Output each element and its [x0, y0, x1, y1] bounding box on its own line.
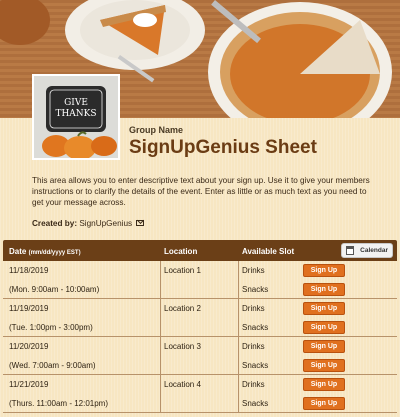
- slot-snacks: Snacks: [242, 361, 269, 370]
- signup-button[interactable]: Sign Up: [303, 283, 345, 296]
- slot-snacks: Snacks: [242, 285, 269, 294]
- row-time: (Wed. 7:00am - 9:00am): [9, 361, 96, 370]
- table-row: 11/21/2019 (Thurs. 11:00am - 12:01pm) Lo…: [3, 375, 397, 413]
- row-date: 11/19/2019: [9, 304, 49, 313]
- slot-drinks: Drinks: [242, 380, 265, 389]
- row-location: Location 3: [164, 342, 201, 351]
- signup-table: Date (mm/dd/yyyy EST) Location Available…: [3, 240, 397, 413]
- slot-drinks: Drinks: [242, 342, 265, 351]
- signup-button[interactable]: Sign Up: [303, 321, 345, 334]
- row-date: 11/21/2019: [9, 380, 49, 389]
- row-date: 11/18/2019: [9, 266, 49, 275]
- created-by-name: SignUpGenius: [79, 219, 133, 228]
- signup-button[interactable]: Sign Up: [303, 264, 345, 277]
- logo-line-1: GIVE: [64, 98, 88, 108]
- row-date: 11/20/2019: [9, 342, 49, 351]
- row-location: Location 4: [164, 380, 201, 389]
- logo-lettering: GIVE THANKS: [54, 98, 98, 120]
- row-location: Location 2: [164, 304, 201, 313]
- table-header: Date (mm/dd/yyyy EST) Location Available…: [3, 240, 397, 261]
- header-available-slot: Available Slot: [242, 247, 295, 256]
- calendar-button-label: Calendar: [360, 247, 388, 254]
- created-by-label: Created by:: [32, 219, 78, 228]
- calendar-button[interactable]: Calendar: [341, 243, 393, 258]
- slot-drinks: Drinks: [242, 266, 265, 275]
- give-thanks-logo: GIVE THANKS: [32, 74, 120, 160]
- signup-button[interactable]: Sign Up: [303, 302, 345, 315]
- row-time: (Mon. 9:00am - 10:00am): [9, 285, 100, 294]
- table-row: 11/20/2019 (Wed. 7:00am - 9:00am) Locati…: [3, 337, 397, 375]
- header-location: Location: [164, 247, 198, 256]
- table-row: 11/18/2019 (Mon. 9:00am - 10:00am) Locat…: [3, 261, 397, 299]
- signup-button[interactable]: Sign Up: [303, 378, 345, 391]
- row-location: Location 1: [164, 266, 201, 275]
- header-date-format: (mm/dd/yyyy EST): [28, 250, 81, 256]
- created-by: Created by: SignUpGenius: [32, 219, 145, 228]
- slot-snacks: Snacks: [242, 399, 269, 408]
- row-time: (Thurs. 11:00am - 12:01pm): [9, 399, 109, 408]
- mail-icon[interactable]: [136, 220, 145, 226]
- sheet-description: This area allows you to enter descriptiv…: [32, 176, 370, 207]
- signup-button[interactable]: Sign Up: [303, 340, 345, 353]
- sheet-title: SignUpGenius Sheet: [129, 137, 317, 158]
- calendar-icon: [346, 246, 354, 255]
- header-date-label: Date: [9, 247, 27, 256]
- row-time: (Tue. 1:00pm - 3:00pm): [9, 323, 93, 332]
- slot-drinks: Drinks: [242, 304, 265, 313]
- signup-button[interactable]: Sign Up: [303, 359, 345, 372]
- header-date: Date (mm/dd/yyyy EST): [9, 247, 81, 256]
- slot-snacks: Snacks: [242, 323, 269, 332]
- table-row: 11/19/2019 (Tue. 1:00pm - 3:00pm) Locati…: [3, 299, 397, 337]
- logo-line-2: THANKS: [55, 109, 97, 119]
- signup-button[interactable]: Sign Up: [303, 397, 345, 410]
- group-name: Group Name: [129, 125, 184, 135]
